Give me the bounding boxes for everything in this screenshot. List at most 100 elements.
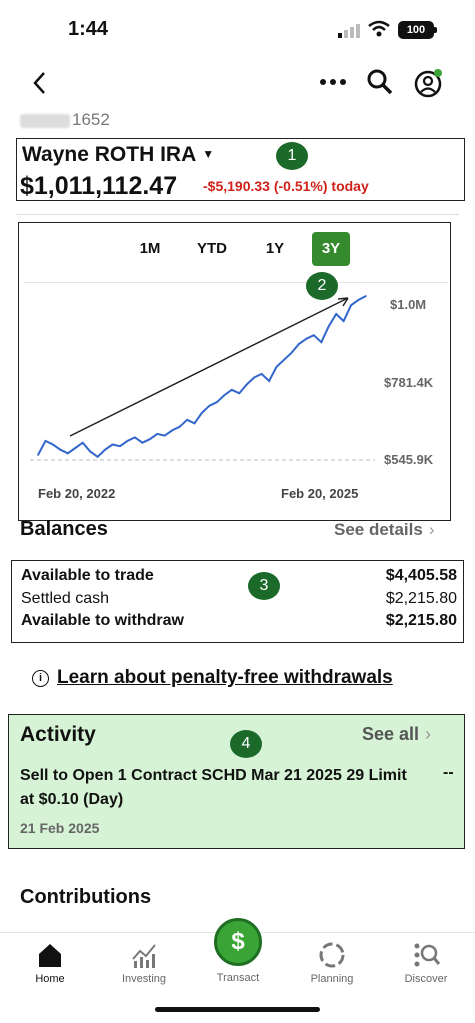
tab-planning[interactable]: Planning (292, 941, 372, 985)
tab-discover[interactable]: Discover (386, 941, 466, 985)
annotation-badge: 1 (276, 142, 308, 170)
chart-divider (24, 282, 448, 283)
data-point (163, 434, 166, 437)
daily-change: -$5,190.33 (-0.51%) today (203, 178, 369, 194)
annotation-badge: 4 (230, 730, 262, 758)
data-point (290, 351, 293, 354)
data-point (238, 392, 241, 395)
investing-chart-icon (132, 944, 156, 968)
chevron-down-icon: ▼ (202, 147, 215, 161)
balance-row-value: $4,405.58 (385, 567, 457, 584)
balances-title: Balances (20, 518, 108, 540)
battery-icon: 100 (398, 21, 437, 39)
balance-chart (30, 295, 375, 461)
more-options-icon[interactable] (318, 72, 348, 92)
y-tick-label: $1.0M (390, 297, 427, 312)
range-1y[interactable]: 1Y (258, 232, 292, 266)
data-point (134, 436, 136, 439)
balance-row-value: $2,215.80 (385, 612, 457, 629)
data-point (193, 422, 196, 425)
divider (16, 214, 459, 215)
x-tick-label: Feb 20, 2025 (281, 486, 359, 501)
tab-home[interactable]: Home (10, 941, 90, 985)
home-icon (39, 944, 61, 967)
back-arrow-icon[interactable] (30, 70, 52, 96)
cellular-signal-icon (338, 24, 360, 38)
home-indicator (155, 1007, 320, 1012)
data-point (171, 429, 173, 432)
planning-icon (319, 942, 345, 968)
range-ytd[interactable]: YTD (190, 232, 234, 266)
balance-row-label: Settled cash (21, 590, 110, 607)
data-point (149, 438, 151, 440)
data-point (156, 433, 159, 435)
data-point (327, 325, 330, 328)
chevron-right-icon: › (425, 724, 432, 744)
balance-row-label: Available to trade (21, 567, 154, 584)
y-tick-label: $545.9K (384, 452, 434, 467)
dollar-icon: $ (214, 918, 262, 966)
data-point (186, 418, 188, 421)
data-point (44, 440, 47, 442)
y-tick-label: $781.4K (384, 375, 434, 390)
data-point (275, 366, 278, 368)
data-point (104, 448, 106, 451)
masked-account-digits (20, 113, 70, 128)
x-tick-label: Feb 20, 2022 (38, 486, 116, 501)
range-3y[interactable]: 3Y (312, 232, 350, 266)
data-point (89, 450, 91, 453)
range-selector: 1M YTD 1Y 3Y (128, 232, 358, 266)
data-point (208, 404, 211, 407)
data-point (126, 440, 129, 442)
data-point (216, 401, 218, 403)
data-point (283, 359, 285, 361)
data-point (178, 426, 181, 428)
data-point (37, 454, 39, 456)
search-icon[interactable] (366, 68, 394, 96)
data-point (365, 295, 367, 297)
contributions-title: Contributions (20, 886, 152, 908)
info-icon: i (32, 670, 49, 687)
data-point (111, 443, 114, 446)
data-point (335, 313, 337, 315)
data-point (201, 411, 203, 414)
balance-row-label: Available to withdraw (21, 612, 184, 629)
data-point (260, 373, 263, 375)
data-point (52, 443, 54, 446)
data-point (231, 389, 233, 391)
learn-withdrawals-link[interactable]: i Learn about penalty-free withdrawals (32, 667, 393, 689)
range-1m[interactable]: 1M (128, 232, 172, 266)
data-point (74, 447, 77, 449)
data-point (357, 299, 360, 301)
status-time: 1:44 (68, 18, 109, 40)
data-point (350, 304, 352, 307)
profile-icon[interactable] (414, 68, 444, 98)
trend-arrow (69, 297, 349, 437)
account-balance: $1,011,112.47 (20, 172, 178, 200)
account-number: 1652 (20, 110, 110, 130)
data-point (81, 441, 84, 444)
data-point (268, 380, 270, 382)
tab-transact[interactable]: $ Transact (196, 918, 280, 984)
chevron-right-icon: › (428, 520, 435, 539)
wifi-icon (368, 20, 390, 37)
see-details-link[interactable]: See details › (334, 520, 435, 540)
data-point (253, 376, 255, 379)
tab-investing[interactable]: Investing (104, 941, 184, 985)
data-point (245, 383, 248, 386)
see-all-link[interactable]: See all › (362, 724, 431, 745)
data-point (96, 455, 99, 458)
account-selector[interactable]: Wayne ROTH IRA ▼ (22, 143, 214, 167)
series-line (37, 295, 367, 459)
activity-item-value: -- (443, 764, 454, 781)
activity-item-date: 21 Feb 2025 (20, 820, 100, 836)
data-point (305, 337, 308, 340)
data-point (59, 448, 62, 451)
balance-row-value: $2,215.80 (385, 590, 457, 607)
data-point (119, 445, 121, 448)
data-point (342, 320, 345, 322)
data-point (298, 343, 300, 345)
data-point (67, 452, 69, 455)
activity-item-description[interactable]: Sell to Open 1 Contract SCHD Mar 21 2025… (20, 764, 420, 812)
activity-title: Activity (20, 723, 96, 746)
